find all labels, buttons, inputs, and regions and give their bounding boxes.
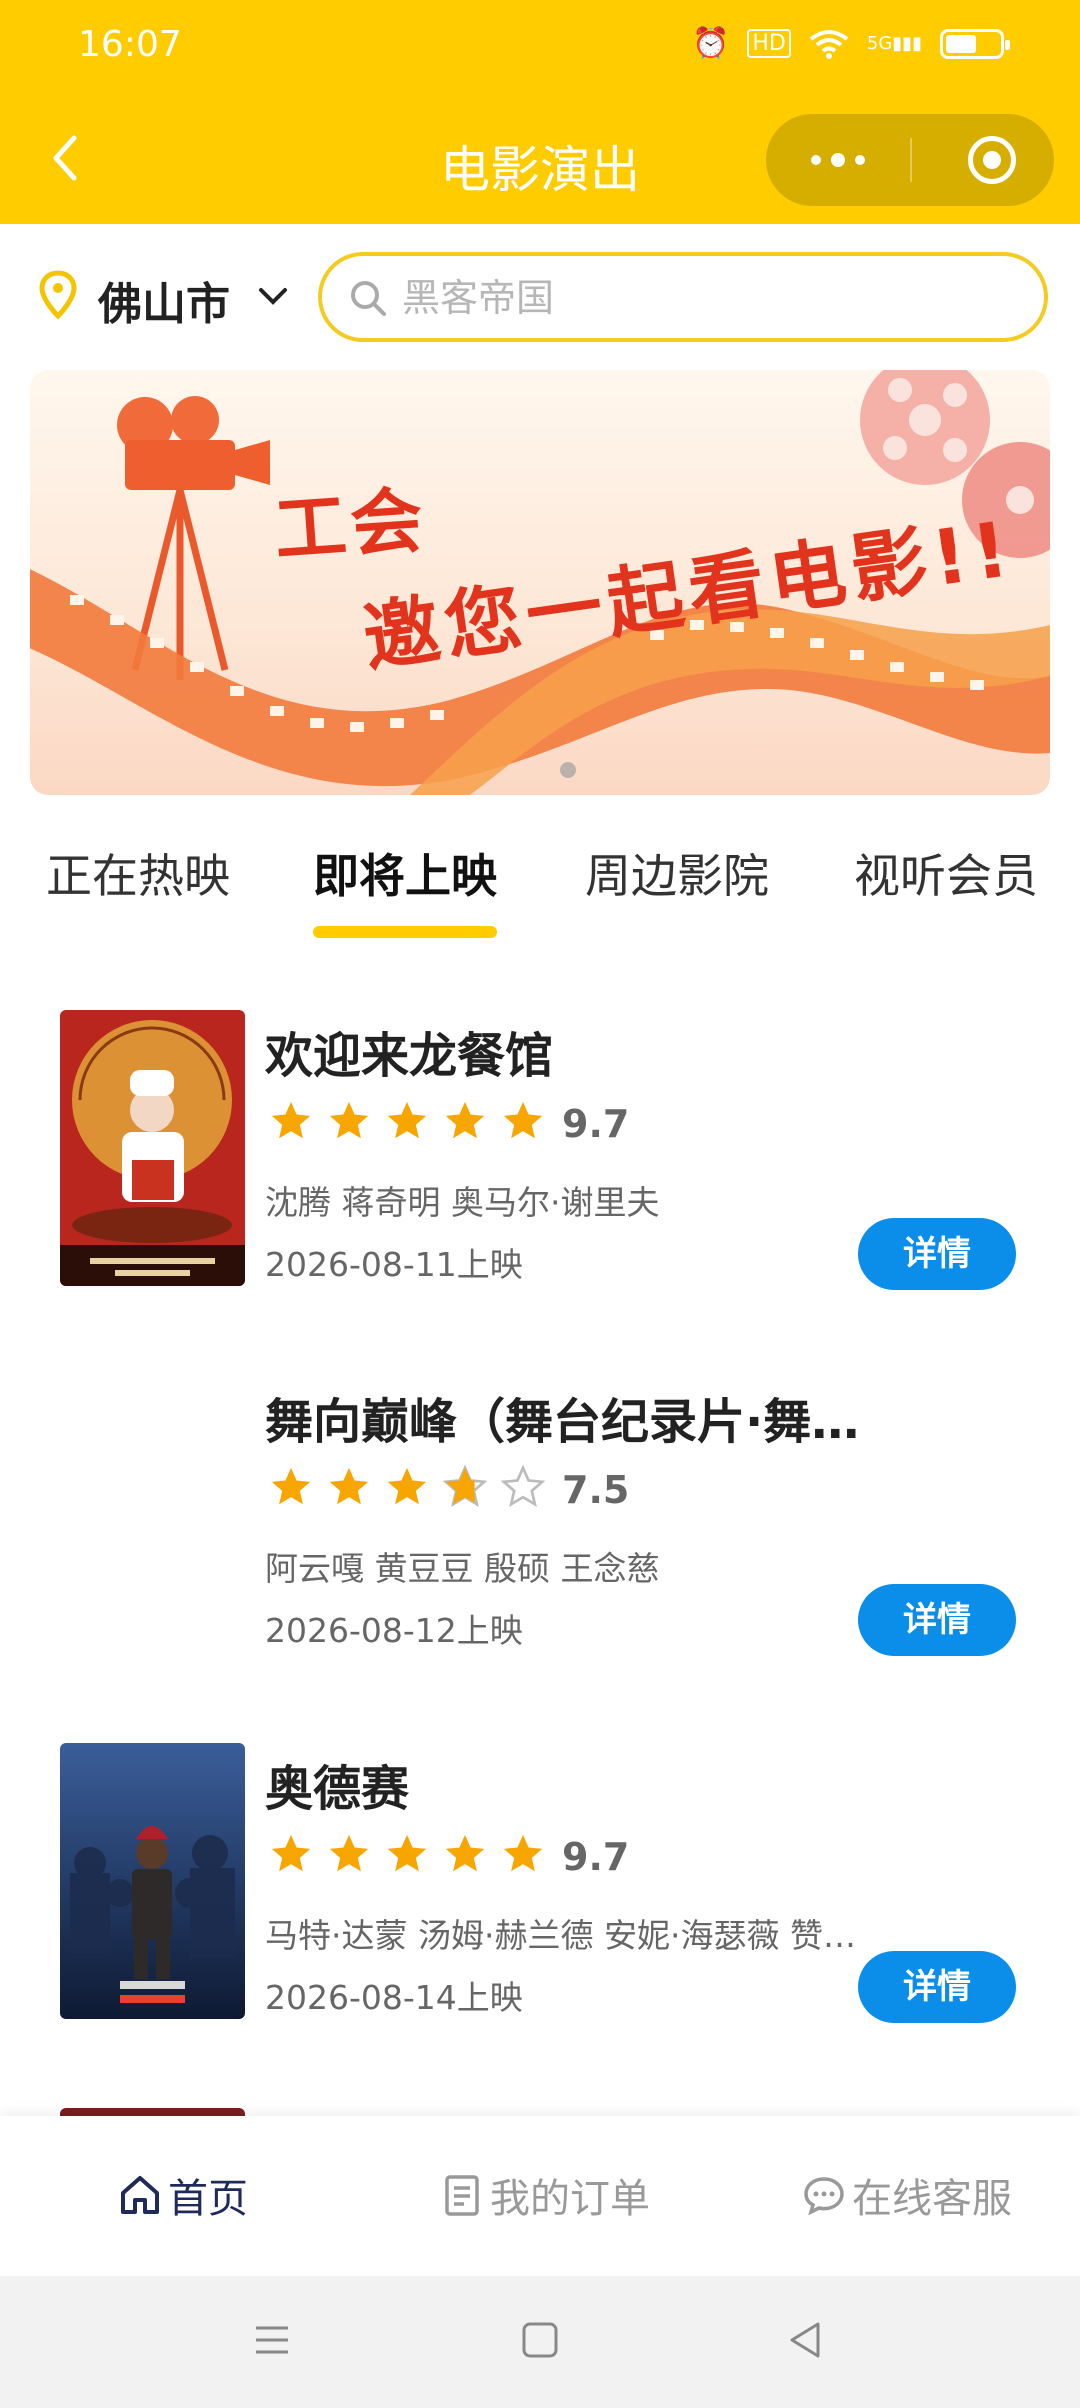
movie-cast: 马特·达蒙 汤姆·赫兰德 安妮·海瑟薇 赞达... (265, 1916, 875, 1955)
star-full-icon (271, 1467, 311, 1505)
location-pin-icon[interactable] (38, 270, 78, 320)
chevron-down-icon[interactable] (255, 278, 291, 314)
detail-button[interactable]: 详情 (858, 1584, 1016, 1656)
star-full-icon (445, 1834, 485, 1872)
detail-button[interactable]: 详情 (858, 1951, 1016, 2023)
nav-orders[interactable]: 我的订单 (440, 2166, 650, 2224)
nav-home[interactable]: 首页 (118, 2166, 248, 2224)
nav-home-label: 首页 (168, 2176, 248, 2222)
movie-score: 7.5 (562, 1468, 630, 1512)
city-selector[interactable]: 佛山市 (98, 268, 230, 332)
star-full-icon (387, 1834, 427, 1872)
chat-icon (804, 2177, 844, 2216)
star-empty-icon (500, 1464, 546, 1508)
promo-banner[interactable]: 工会 邀您一起看电影!! (30, 370, 1050, 795)
system-nav-bar (0, 2276, 1080, 2408)
status-time: 16:07 (78, 24, 182, 65)
release-date: 2026-08-14上映 (265, 1978, 523, 2017)
nav-bar: 电影演出 (0, 110, 1080, 210)
star-full-icon (387, 1467, 427, 1505)
movie-poster-placeholder (60, 1376, 245, 1652)
active-tab-indicator (313, 926, 497, 938)
back-triangle-icon[interactable] (784, 2318, 828, 2362)
banner-headline-1: 工会 (271, 477, 430, 573)
rating-stars (268, 1098, 546, 1144)
category-tabs: 正在热映 即将上映 周边影院 视听会员 (0, 840, 1080, 940)
movie-item[interactable]: 奥德赛 9.7 马特·达蒙 汤姆·赫兰德 安妮·海瑟薇 赞达... 2026-0… (0, 1743, 1080, 2043)
carousel-indicator (560, 762, 576, 778)
nav-support[interactable]: 在线客服 (802, 2166, 1012, 2224)
app-header: 16:07 ⏰ HD 5G▮▮▮ 电影演出 (0, 0, 1080, 224)
movie-poster[interactable] (60, 1743, 245, 2019)
tab-av-membership[interactable]: 视听会员 (854, 840, 1038, 906)
movie-title: 舞向巅峰（舞台纪录片·舞... (265, 1394, 865, 1450)
more-icon[interactable] (808, 148, 868, 172)
menu-icon[interactable] (250, 2318, 294, 2362)
movie-title: 欢迎来龙餐馆 (265, 1028, 554, 1084)
alarm-icon: ⏰ (692, 26, 730, 61)
movie-score: 9.7 (562, 1835, 630, 1879)
star-full-icon (329, 1101, 369, 1139)
movie-cast: 沈腾 蒋奇明 奥马尔·谢里夫 (265, 1183, 660, 1222)
order-icon (445, 2175, 479, 2216)
location-search-row: 佛山市 (0, 248, 1080, 344)
hd-icon: HD (747, 29, 791, 58)
search-box[interactable] (318, 252, 1048, 342)
rating-stars (268, 1464, 546, 1510)
home-square-icon[interactable] (518, 2318, 562, 2362)
star-full-icon (271, 1101, 311, 1139)
bottom-nav: 首页 我的订单 在线客服 (0, 2116, 1080, 2276)
movie-cast: 阿云嘎 黄豆豆 殷硕 王念慈 (265, 1549, 660, 1588)
rating-stars (268, 1831, 546, 1877)
battery-icon (940, 28, 1010, 59)
status-icons: ⏰ HD 5G▮▮▮ (692, 26, 1010, 61)
tab-now-showing[interactable]: 正在热映 (46, 840, 230, 906)
signal-icon: 5G▮▮▮ (866, 33, 922, 54)
star-full-icon (503, 1101, 543, 1139)
release-date: 2026-08-12上映 (265, 1611, 523, 1650)
movie-score: 9.7 (562, 1102, 630, 1146)
star-full-icon (271, 1834, 311, 1872)
home-icon (121, 2176, 159, 2214)
movie-item[interactable]: 欢迎来龙餐馆 9.7 沈腾 蒋奇明 奥马尔·谢里夫 2026-08-11上映 详… (0, 1010, 1080, 1310)
search-icon (351, 281, 386, 316)
release-date: 2026-08-11上映 (265, 1245, 523, 1284)
star-full-icon (445, 1101, 485, 1139)
star-full-icon (387, 1101, 427, 1139)
wifi-icon (809, 29, 849, 59)
close-miniapp-icon[interactable] (968, 136, 1016, 184)
mini-program-capsule (766, 114, 1054, 206)
star-full-icon (329, 1467, 369, 1505)
tab-nearby-cinemas[interactable]: 周边影院 (585, 840, 769, 906)
movie-title: 奥德赛 (265, 1761, 410, 1817)
network-type: 5G (866, 33, 893, 54)
nav-orders-label: 我的订单 (490, 2176, 650, 2222)
star-full-icon (503, 1834, 543, 1872)
star-full-icon (329, 1834, 369, 1872)
status-bar: 16:07 ⏰ HD 5G▮▮▮ (0, 0, 1080, 96)
search-input[interactable] (402, 272, 1002, 324)
nav-support-label: 在线客服 (852, 2176, 1012, 2222)
movie-poster[interactable] (60, 1010, 245, 1286)
detail-button[interactable]: 详情 (858, 1218, 1016, 1290)
movie-item[interactable]: 舞向巅峰（舞台纪录片·舞... 7.5 阿云嘎 黄豆豆 殷硕 王念慈 2026-… (0, 1376, 1080, 1676)
tab-coming-soon[interactable]: 即将上映 (313, 840, 497, 906)
star-three-quarter-icon (442, 1464, 488, 1508)
